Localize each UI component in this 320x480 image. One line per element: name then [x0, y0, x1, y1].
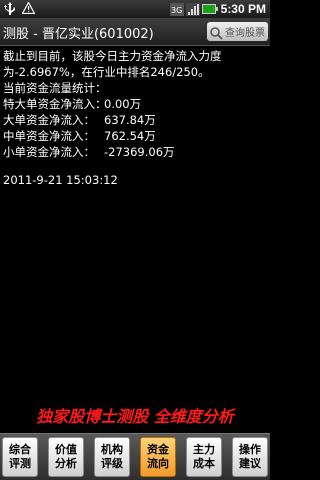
tab-label-line1: 机构 [101, 443, 123, 456]
title-bar: 测股 - 晋亿实业(601002) 查询股票 [0, 18, 270, 46]
tab-label-line2: 分析 [55, 457, 77, 470]
flow-value: -27369.06万 [104, 145, 175, 159]
tab-label-line1: 主力 [193, 443, 215, 456]
summary-line-1: 截止到目前，该股今日主力资金净流入力度 [3, 49, 222, 63]
tab-label-line2: 评级 [101, 457, 123, 470]
battery-icon [201, 3, 218, 15]
clock-time: 5:30 PM [220, 2, 266, 16]
signal-icon [185, 3, 200, 16]
flow-label: 小单资金净流入： [3, 145, 95, 159]
tab-label-line2: 流向 [147, 457, 169, 470]
flow-label: 中单资金净流入： [3, 129, 95, 143]
tab-main-cost[interactable]: 主力 成本 [186, 437, 222, 477]
flow-label: 特大单资金净流入： [3, 97, 107, 111]
tab-overall-evaluation[interactable]: 综合 评测 [2, 437, 38, 477]
warning-icon [22, 2, 35, 14]
tab-institution-rating[interactable]: 机构 评级 [94, 437, 130, 477]
search-icon [209, 25, 223, 40]
flow-value: 762.54万 [104, 129, 156, 143]
bottom-tab-bar: 综合 评测 价值 分析 机构 评级 资金 流向 主力 成本 操作 建议 [0, 433, 270, 480]
tab-fund-flow[interactable]: 资金 流向 [140, 437, 176, 477]
fund-flow-content: 截止到目前，该股今日主力资金净流入力度 为-2.6967%，在行业中排名246/… [3, 48, 267, 188]
page-title: 测股 - 晋亿实业(601002) [3, 27, 154, 42]
tab-label-line1: 操作 [239, 443, 261, 456]
flow-stats-heading: 当前资金流量统计： [3, 81, 107, 95]
flow-row-small: 小单资金净流入： -27369.06万 [3, 144, 267, 160]
tab-label-line2: 建议 [239, 457, 261, 470]
query-stock-label: 查询股票 [225, 28, 265, 39]
flow-row-super-large: 特大单资金净流入： 0.00万 [3, 96, 267, 112]
tab-label-line1: 资金 [147, 443, 169, 456]
summary-line-2: 为-2.6967%，在行业中排名246/250。 [3, 65, 210, 79]
tab-label-line1: 价值 [55, 443, 77, 456]
flow-value: 0.00万 [104, 97, 142, 111]
promo-slogan: 独家股博士测股 全维度分析 [36, 407, 234, 426]
tab-label-line2: 评测 [9, 457, 31, 470]
query-stock-button[interactable]: 查询股票 [207, 22, 268, 41]
flow-row-large: 大单资金净流入： 637.84万 [3, 112, 267, 128]
tab-value-analysis[interactable]: 价值 分析 [48, 437, 84, 477]
usb-icon [4, 2, 16, 15]
tab-label-line2: 成本 [193, 457, 215, 470]
update-timestamp: 2011-9-21 15:03:12 [3, 173, 118, 187]
status-bar: 3G 5:30 PM [0, 0, 270, 18]
tab-operation-advice[interactable]: 操作 建议 [232, 437, 268, 477]
3g-icon: 3G [169, 3, 184, 16]
svg-text:3G: 3G [171, 6, 182, 15]
flow-label: 大单资金净流入： [3, 113, 95, 127]
flow-value: 637.84万 [104, 113, 156, 127]
tab-label-line1: 综合 [9, 443, 31, 456]
flow-row-medium: 中单资金净流入： 762.54万 [3, 128, 267, 144]
